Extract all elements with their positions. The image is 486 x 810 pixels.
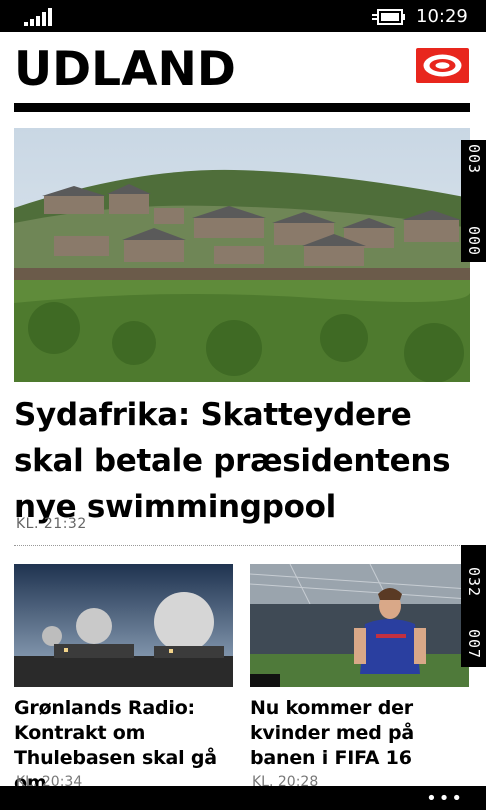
hero-timestamp: KL. 21:32 — [16, 516, 87, 532]
page-counter-bottom: 007 — [465, 629, 483, 660]
hero-image[interactable] — [14, 128, 470, 382]
page-counter-top: 003 — [465, 144, 483, 175]
card-image-greenland[interactable] — [14, 564, 233, 687]
card-image-fifa[interactable] — [250, 564, 469, 687]
more-options-icon[interactable]: ••• — [426, 788, 464, 809]
page-counter-top: 032 — [465, 567, 483, 598]
header-rule — [14, 103, 470, 112]
eye-icon — [423, 54, 462, 77]
app-bar: ••• — [0, 786, 486, 810]
battery-charging-icon — [372, 9, 405, 25]
signal-strength-icon — [24, 8, 52, 26]
card-headline-fifa[interactable]: Nu kommer der kvinder med på banen i FIF… — [250, 696, 475, 771]
hillside-compound-photo — [14, 128, 470, 382]
status-clock: 10:29 — [416, 6, 468, 27]
status-bar: 10:29 — [0, 0, 486, 32]
soccer-player-photo — [250, 564, 469, 687]
article-separator — [14, 545, 470, 546]
hero-headline[interactable]: Sydafrika: Skatteydere skal betale præsi… — [14, 392, 474, 530]
page-counter-tab-2[interactable]: 032 007 — [461, 545, 486, 667]
page-counter-bottom: 000 — [465, 226, 483, 257]
radar-domes-photo — [14, 564, 233, 687]
page-counter-tab-1[interactable]: 003 000 — [461, 140, 486, 262]
page-title: UDLAND — [14, 42, 236, 97]
eye-logo[interactable] — [416, 48, 469, 83]
